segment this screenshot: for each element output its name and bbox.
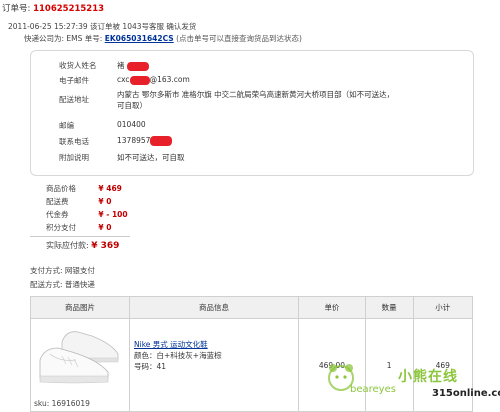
- shipping-method-line: 配送方式: 普通快递: [30, 279, 95, 290]
- points-row: 积分支付 ¥ 0: [46, 222, 111, 233]
- zip-row: 邮编 010400: [59, 120, 146, 131]
- note-value: 如不可送达，可自取: [117, 153, 185, 162]
- product-info-cell: Nike 男式 运动文化鞋 颜色：白+科技灰+海蓝棕 号码：41: [128, 318, 300, 412]
- email-label: 电子邮件: [59, 76, 89, 85]
- phone-row: 联系电话 1378957: [59, 136, 173, 147]
- address-value-line1: 内蒙古 鄂尔多斯市 准格尔旗 中交二航局荣乌高速新黄河大桥项目部（如不可送达，: [117, 90, 395, 99]
- final-payment-value: ¥ 369: [91, 241, 120, 251]
- name-value: 褚: [117, 61, 125, 70]
- product-name-link[interactable]: Nike 男式 运动文化鞋: [134, 339, 297, 350]
- email-row: 电子邮件 cxc @163.com: [59, 75, 190, 86]
- order-number-label: 订单号:: [2, 4, 31, 14]
- redaction-mark: [150, 136, 173, 146]
- shipping-fee-label: 配送费: [46, 197, 69, 206]
- express-company: EMS: [66, 34, 83, 43]
- quantity-cell: 1: [364, 318, 414, 412]
- name-label: 收货人姓名: [59, 61, 97, 70]
- watermark-site: 315online.com: [432, 388, 500, 399]
- points-value: ¥ 0: [98, 223, 112, 232]
- tracking-label: 单号:: [84, 34, 103, 43]
- zip-value: 010400: [117, 120, 146, 129]
- shipping-fee-row: 配送费 ¥ 0: [46, 196, 111, 207]
- address-value-wrap: 内蒙古 鄂尔多斯市 准格尔旗 中交二航局荣乌高速新黄河大桥项目部（如不可送达， …: [117, 89, 394, 111]
- product-size: 号码：41: [134, 361, 167, 371]
- phone-value: 1378957: [117, 136, 151, 145]
- coupon-row: 代金券 ¥ - 100: [46, 209, 128, 220]
- tracking-hint: (点击单号可以直接查询货品到达状态): [176, 34, 302, 43]
- header-info: 商品信息: [128, 296, 300, 319]
- watermark-en: beareyes: [350, 384, 396, 395]
- shoe-illustration: [39, 331, 119, 384]
- shipping-fee-value: ¥ 0: [98, 197, 112, 206]
- order-number: 110625215213: [33, 4, 105, 14]
- header-unit-price: 单价: [298, 296, 366, 319]
- note-label: 附加说明: [59, 153, 89, 162]
- shipping-address-box: 收货人姓名 褚 电子邮件 cxc @163.com 配送地址 内蒙古 鄂尔多斯市 …: [30, 50, 474, 176]
- watermark-cn: 小熊在线: [398, 369, 458, 385]
- address-row: 配送地址 内蒙古 鄂尔多斯市 准格尔旗 中交二航局荣乌高速新黄河大桥项目部（如不…: [59, 90, 394, 110]
- email-suffix: @163.com: [149, 75, 190, 84]
- name-row: 收货人姓名 褚: [59, 60, 149, 71]
- email-prefix: cxc: [117, 75, 130, 84]
- address-value-line2: 可自取）: [117, 101, 147, 110]
- product-color: 颜色：白+科技灰+海蓝棕: [134, 350, 222, 360]
- goods-price-value: ¥ 469: [98, 184, 122, 193]
- email-value-wrap: cxc @163.com: [117, 75, 190, 85]
- zip-label: 邮编: [59, 121, 74, 130]
- tracking-number-link[interactable]: EK065031642CS: [105, 34, 174, 43]
- shipping-method-label: 配送方式:: [30, 280, 63, 289]
- order-number-line: 订单号: 110625215213: [2, 2, 104, 14]
- order-status: 2011-06-25 15:27:39 该订单被 1043号客服 确认发货: [8, 22, 197, 31]
- coupon-value: ¥ - 100: [98, 210, 128, 219]
- product-table: 商品图片 商品信息 单价 数量 小计 sku: 16916019 Nike 男式…: [30, 296, 474, 412]
- payment-method-line: 支付方式: 网银支付: [30, 265, 95, 276]
- express-line: 快递公司为: EMS 单号: EK065031642CS (点击单号可以直接查询…: [24, 33, 302, 44]
- redaction-mark: [126, 61, 149, 71]
- price-divider: [30, 236, 130, 237]
- redaction-mark: [129, 75, 150, 85]
- goods-price-row: 商品价格 ¥ 469: [46, 183, 122, 194]
- phone-value-wrap: 1378957: [117, 136, 173, 146]
- table-header-row: 商品图片 商品信息 单价 数量 小计: [30, 296, 474, 319]
- phone-label: 联系电话: [59, 137, 89, 146]
- header-quantity: 数量: [364, 296, 414, 319]
- points-label: 积分支付: [46, 223, 76, 232]
- name-value-wrap: 褚: [117, 60, 149, 71]
- express-prefix: 快递公司为:: [24, 34, 65, 43]
- header-subtotal: 小计: [412, 296, 474, 319]
- product-image-cell: sku: 16916019: [30, 318, 130, 412]
- payment-method-value: 网银支付: [64, 266, 95, 275]
- final-payment-label: 实际应付款:: [46, 241, 89, 250]
- product-image[interactable]: sku: 16916019: [32, 320, 128, 410]
- note-row: 附加说明 如不可送达，可自取: [59, 152, 185, 163]
- header-image: 商品图片: [30, 296, 130, 319]
- goods-price-label: 商品价格: [46, 184, 76, 193]
- shipping-method-value: 普通快递: [64, 280, 95, 289]
- coupon-label: 代金券: [46, 210, 69, 219]
- final-payment-row: 实际应付款: ¥ 369: [46, 240, 119, 251]
- address-label: 配送地址: [59, 95, 89, 104]
- table-row: sku: 16916019 Nike 男式 运动文化鞋 颜色：白+科技灰+海蓝棕…: [30, 318, 474, 412]
- payment-method-label: 支付方式:: [30, 266, 63, 275]
